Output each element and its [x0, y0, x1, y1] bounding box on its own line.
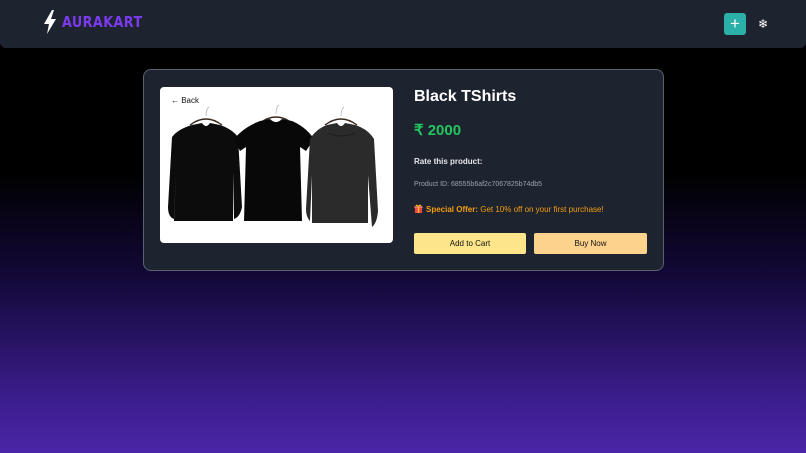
- add-product-button[interactable]: +: [724, 13, 746, 35]
- product-card: ← Back Black TShirts ₹ 2000 Rate this pr…: [143, 69, 664, 271]
- offer-text: Get 10% off on your first purchase!: [478, 205, 604, 214]
- brand-logo[interactable]: AURAKART: [62, 13, 143, 31]
- product-id: Product ID: 68555b6af2c7067825b74db5: [414, 181, 543, 188]
- bolt-icon[interactable]: [43, 10, 57, 34]
- add-to-cart-button[interactable]: Add to Cart: [414, 233, 526, 254]
- product-image-panel: ← Back: [160, 87, 393, 243]
- product-price: ₹ 2000: [414, 122, 462, 139]
- gift-icon: [414, 204, 423, 213]
- product-image: [168, 104, 378, 227]
- rate-label: Rate this product:: [414, 157, 483, 166]
- theme-toggle-button[interactable]: ❄: [757, 15, 769, 33]
- buy-now-button[interactable]: Buy Now: [534, 233, 647, 254]
- offer-label: Special Offer:: [426, 205, 479, 214]
- back-link[interactable]: ← Back: [171, 96, 199, 105]
- plus-icon: +: [730, 14, 740, 33]
- special-offer: Special Offer: Get 10% off on your first…: [414, 204, 604, 214]
- navbar: AURAKART + ❄: [0, 0, 806, 48]
- product-title: Black TShirts: [414, 88, 517, 105]
- snowflake-icon: ❄: [757, 17, 769, 31]
